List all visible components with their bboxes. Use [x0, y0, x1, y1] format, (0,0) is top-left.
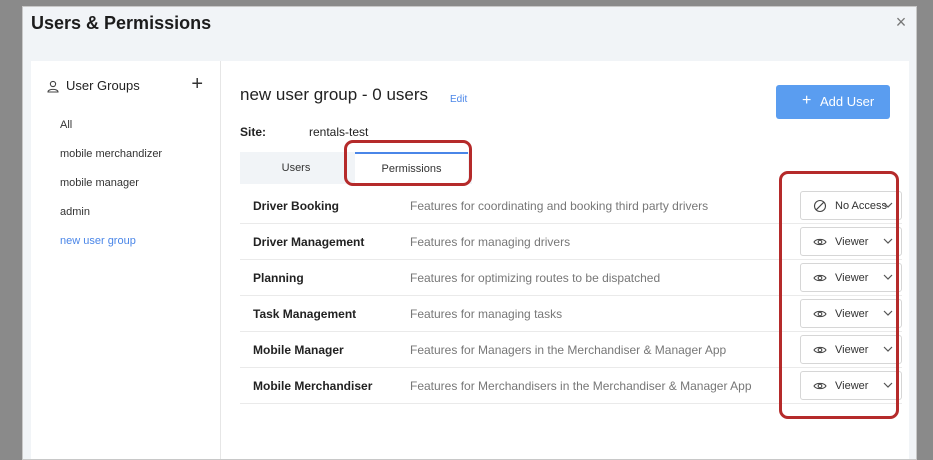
permission-name: Mobile Merchandiser — [253, 379, 373, 393]
permission-name: Mobile Manager — [253, 343, 344, 357]
edit-group-link[interactable]: Edit — [450, 94, 467, 105]
modal-content-panel: User Groups + All mobile merchandizer mo… — [31, 61, 909, 459]
group-item-mobile-merchandizer[interactable]: mobile merchandizer — [60, 147, 162, 176]
group-item-admin[interactable]: admin — [60, 205, 162, 234]
permission-description: Features for Managers in the Merchandise… — [410, 343, 727, 357]
modal-title: Users & Permissions — [31, 13, 212, 33]
group-item-all[interactable]: All — [60, 118, 162, 147]
add-user-button[interactable]: + Add User — [776, 85, 890, 119]
permission-description: Features for managing drivers — [410, 235, 571, 249]
tab-users[interactable]: Users — [240, 152, 352, 184]
permissions-tab-highlight — [344, 140, 472, 186]
permission-name: Driver Management — [253, 235, 365, 249]
access-column-highlight — [779, 171, 899, 419]
user-group-list: All mobile merchandizer mobile manager a… — [60, 118, 162, 263]
permission-description: Features for Merchandisers in the Mercha… — [410, 379, 752, 393]
permission-description: Features for managing tasks — [410, 307, 563, 321]
close-icon[interactable]: × — [890, 11, 912, 33]
permission-name: Driver Booking — [253, 199, 340, 213]
permission-description: Features for coordinating and booking th… — [410, 199, 709, 213]
permission-name: Planning — [253, 271, 304, 285]
group-item-new-user-group[interactable]: new user group — [60, 234, 162, 263]
user-groups-sidebar: User Groups + All mobile merchandizer mo… — [31, 61, 221, 459]
group-item-mobile-manager[interactable]: mobile manager — [60, 176, 162, 205]
user-icon — [47, 80, 59, 93]
permission-name: Task Management — [253, 307, 357, 321]
permission-description: Features for optimizing routes to be dis… — [410, 271, 661, 285]
site-value: rentals-test — [309, 125, 369, 139]
add-user-label: Add User — [820, 94, 875, 109]
add-group-plus-icon[interactable]: + — [191, 74, 203, 94]
user-groups-title: User Groups — [66, 78, 140, 93]
group-title: new user group - 0 users — [240, 85, 429, 104]
plus-icon: + — [802, 92, 812, 109]
site-label: Site: — [240, 125, 267, 139]
user-groups-header: User Groups + — [47, 74, 209, 96]
